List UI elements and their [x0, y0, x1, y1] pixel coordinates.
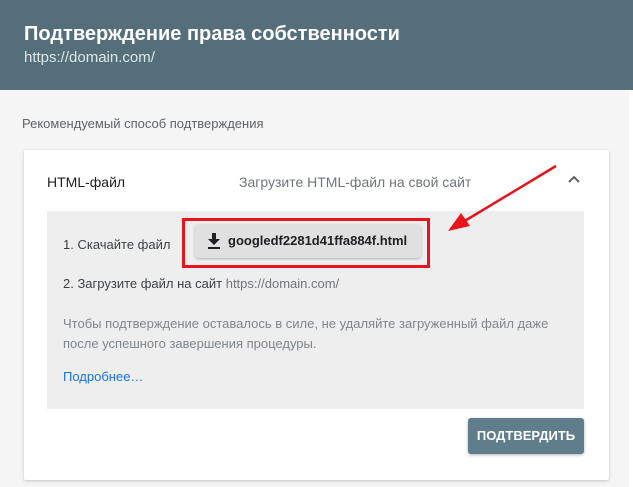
- step-2-text: 2. Загрузите файл на сайт: [63, 276, 223, 291]
- step-1-label: 1. Скачайте файл: [63, 237, 171, 252]
- property-url: https://domain.com/: [24, 49, 155, 66]
- scrollbar[interactable]: [629, 90, 633, 487]
- method-instructions: 1. Скачайте файл googledf2281d41ffa884f.…: [47, 211, 584, 409]
- method-title[interactable]: HTML-файл: [47, 174, 125, 190]
- page-title: Подтверждение права собственности: [24, 23, 400, 45]
- chevron-up-icon[interactable]: [562, 168, 586, 192]
- retention-note: Чтобы подтверждение оставалось в силе, н…: [63, 316, 549, 351]
- method-description: Загрузите HTML-файл на свой сайт: [239, 174, 472, 190]
- confirm-button[interactable]: ПОДТВЕРДИТЬ: [468, 418, 584, 454]
- step-2-url: https://domain.com/: [225, 276, 340, 291]
- highlight-box: [182, 218, 430, 268]
- verification-method-card: HTML-файл Загрузите HTML-файл на свой са…: [24, 150, 609, 480]
- header: Подтверждение права собственности https:…: [0, 0, 633, 90]
- learn-more-link[interactable]: Подробнее…: [63, 369, 143, 384]
- section-label: Рекомендуемый способ подтверждения: [22, 116, 264, 131]
- step-2-label: 2. Загрузите файл на сайт https://domain…: [63, 276, 339, 291]
